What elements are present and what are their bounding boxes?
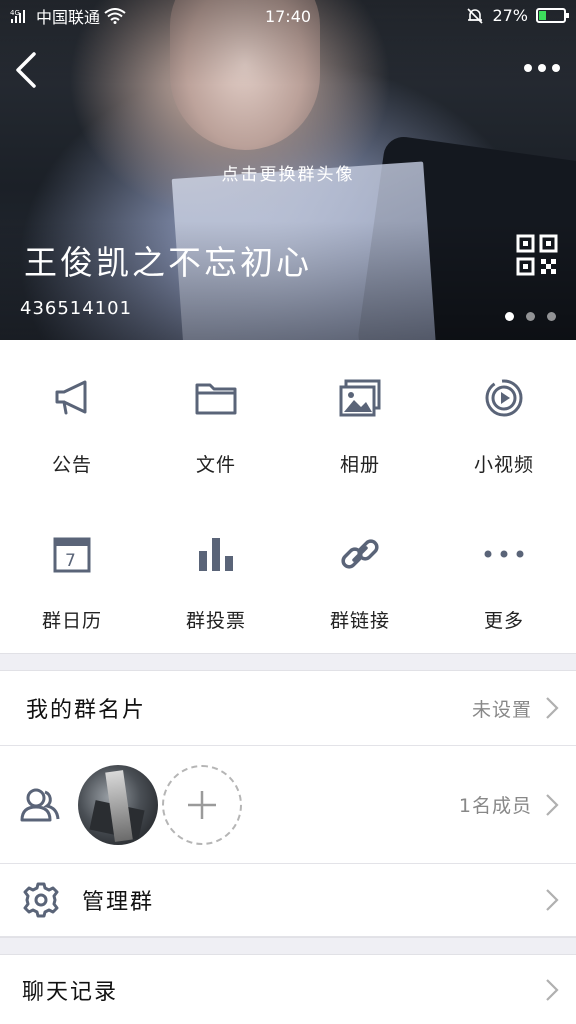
feature-label: 文件 <box>195 454 236 476</box>
chat-history-row[interactable]: 聊天记录 <box>0 955 576 1024</box>
feature-vote[interactable]: 群投票 <box>144 496 288 646</box>
more-options-button[interactable] <box>522 56 562 80</box>
feature-calendar[interactable]: 7 群日历 <box>0 496 144 646</box>
members-icon <box>20 788 60 821</box>
member-count: 1名成员 <box>458 795 532 817</box>
row-title: 我的群名片 <box>26 698 147 723</box>
plus-icon <box>188 790 216 819</box>
chevron-right-icon <box>546 889 559 911</box>
feature-announcement[interactable]: 公告 <box>0 340 144 490</box>
page-dot <box>547 312 556 321</box>
feature-grid: 公告 文件 相册 小视频 7 群日历 群投票 群链接 更多 <box>0 340 576 653</box>
svg-text:7: 7 <box>65 551 76 571</box>
video-icon <box>482 376 526 420</box>
chevron-right-icon <box>546 793 559 816</box>
section-divider <box>0 937 576 955</box>
feature-label: 小视频 <box>473 454 534 476</box>
album-icon <box>338 376 382 420</box>
members-row[interactable]: 1名成员 <box>0 746 576 864</box>
manage-group-row[interactable]: 管理群 <box>0 864 576 937</box>
section-divider <box>0 653 576 671</box>
back-button[interactable] <box>12 50 42 90</box>
feature-label: 群链接 <box>329 610 390 632</box>
battery-percent: 27% <box>492 6 528 25</box>
bar-chart-icon <box>194 532 238 576</box>
change-avatar-hint[interactable]: 点击更换群头像 <box>0 160 576 185</box>
folder-icon <box>194 376 238 420</box>
feature-short-video[interactable]: 小视频 <box>432 340 576 490</box>
calendar-icon: 7 <box>50 532 94 576</box>
megaphone-icon <box>50 376 94 420</box>
feature-link[interactable]: 群链接 <box>288 496 432 646</box>
page-dot <box>526 312 535 321</box>
row-value: 未设置 <box>471 698 532 721</box>
status-bar: 4G 中国联通 17:40 27% <box>0 0 576 32</box>
gear-icon <box>23 882 59 918</box>
member-avatar[interactable] <box>78 764 158 845</box>
row-title: 管理群 <box>82 890 155 915</box>
feature-label: 公告 <box>51 454 92 476</box>
link-icon <box>338 532 382 576</box>
group-cover[interactable]: 4G 中国联通 17:40 27% 点击更换群头像 王俊凯之不忘初心 43651… <box>0 0 576 340</box>
feature-more[interactable]: 更多 <box>432 496 576 646</box>
more-dots-icon <box>482 532 526 576</box>
feature-files[interactable]: 文件 <box>144 340 288 490</box>
chevron-right-icon <box>546 697 559 719</box>
row-title: 聊天记录 <box>22 979 119 1005</box>
chevron-right-icon <box>546 978 559 1001</box>
cover-page-indicator <box>505 312 556 321</box>
group-name: 王俊凯之不忘初心 <box>24 243 312 282</box>
add-member-button[interactable] <box>162 764 242 845</box>
mute-bell-icon <box>467 7 484 24</box>
qr-code-button[interactable] <box>516 234 558 276</box>
feature-label: 群日历 <box>41 610 102 632</box>
group-id: 436514101 <box>20 298 133 319</box>
battery-icon <box>536 8 569 23</box>
feature-label: 更多 <box>483 610 524 632</box>
my-group-card-row[interactable]: 我的群名片 未设置 <box>0 671 576 746</box>
feature-label: 群投票 <box>185 610 246 632</box>
page-dot <box>505 312 514 321</box>
feature-album[interactable]: 相册 <box>288 340 432 490</box>
feature-label: 相册 <box>339 454 380 476</box>
